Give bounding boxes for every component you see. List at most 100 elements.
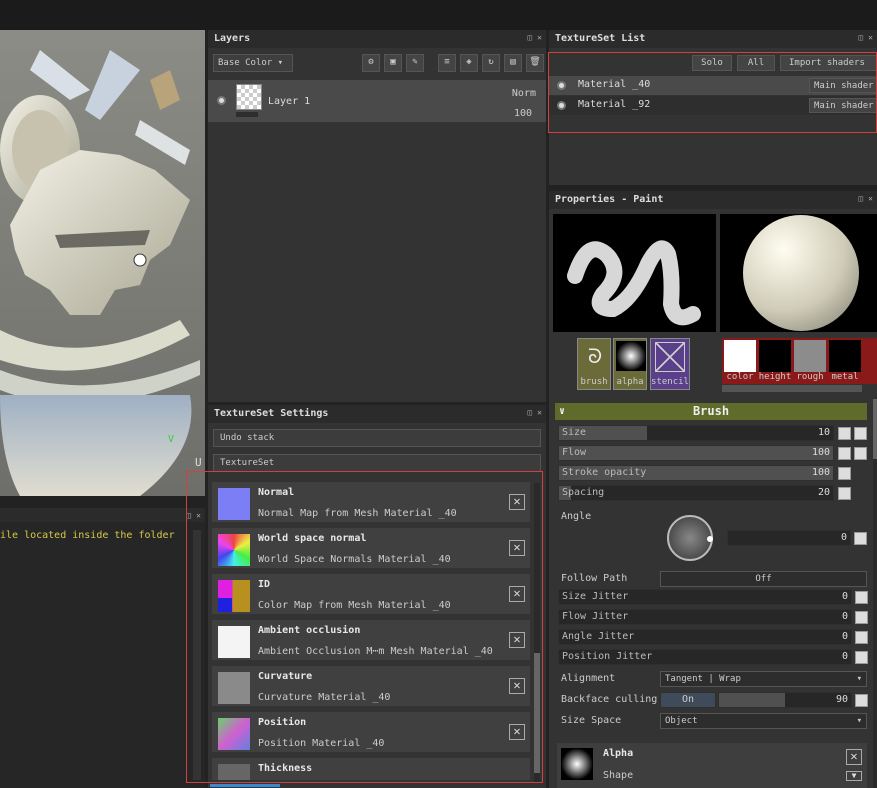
panel-float-icon[interactable]: ◫ ✕ (187, 511, 201, 520)
flow-jitter-pen-icon[interactable] (855, 611, 868, 624)
angle-dial[interactable] (667, 515, 713, 561)
flow-jitter-slider[interactable]: Flow Jitter 0 (558, 609, 852, 625)
remove-map-button[interactable]: ✕ (509, 632, 525, 648)
remove-alpha-button[interactable]: ✕ (846, 749, 862, 765)
map-item-normal[interactable]: Normal Normal Map from Mesh Material _40… (212, 482, 530, 522)
add-mask-icon[interactable]: ▣ (384, 54, 402, 72)
map-name: Thickness (258, 763, 313, 774)
size-pressure-icon[interactable] (854, 427, 867, 440)
alpha-section[interactable]: Alpha Shape ✕ ▼ (557, 743, 867, 788)
log-title-bar: ◫ ✕ (0, 508, 205, 522)
layer-blend[interactable]: Norm (512, 88, 536, 99)
angle-jitter-pen-icon[interactable] (855, 631, 868, 644)
alpha-subtitle: Shape (603, 770, 634, 781)
map-desc: Position Material _40 (258, 738, 385, 749)
backface-culling-toggle[interactable]: On (660, 692, 716, 708)
follow-path-toggle[interactable]: Off (660, 571, 867, 587)
material-row[interactable]: Material _40 Main shader (549, 76, 877, 95)
panel-float-icon[interactable]: ◫ ✕ (859, 33, 873, 42)
metal-swatch[interactable] (829, 340, 861, 372)
properties-title: Properties - Paint (549, 191, 877, 209)
position-jitter-slider[interactable]: Position Jitter 0 (558, 649, 852, 665)
backface-pen-icon[interactable] (855, 694, 868, 707)
add-layer-icon[interactable]: ≡ (438, 54, 456, 72)
color-swatch[interactable] (724, 340, 756, 372)
size-pen-icon[interactable] (838, 427, 851, 440)
all-button[interactable]: All (737, 55, 775, 71)
slot-label: stencil (651, 377, 689, 387)
alpha-title: Alpha (603, 748, 634, 759)
angle-pen-icon[interactable] (854, 532, 867, 545)
import-shaders-button[interactable]: Import shaders (780, 55, 877, 71)
roughness-swatch[interactable] (794, 340, 826, 372)
remove-map-button[interactable]: ✕ (509, 724, 525, 740)
visibility-toggle[interactable] (217, 96, 226, 105)
trash-icon[interactable]: 🗑 (526, 54, 544, 72)
brush-layer-icon[interactable]: ✎ (406, 54, 424, 72)
alignment-dropdown[interactable]: Tangent | Wrap ▾ (660, 671, 867, 687)
shader-dropdown[interactable]: Main shader (809, 98, 877, 113)
stroke-opacity-pen-icon[interactable] (838, 467, 851, 480)
layer-opacity[interactable]: 100 (514, 108, 532, 119)
layer-thumbnail (236, 84, 262, 110)
log-scrollbar[interactable] (193, 530, 201, 780)
map-desc: Curvature Material _40 (258, 692, 391, 703)
remove-map-button[interactable]: ✕ (509, 494, 525, 510)
channel-scrollbar[interactable] (722, 385, 862, 392)
shader-dropdown[interactable]: Main shader (809, 78, 877, 93)
properties-scrollbar[interactable] (873, 399, 877, 788)
panel-float-icon[interactable]: ◫ ✕ (528, 408, 542, 417)
collapse-chevron-icon[interactable]: ∨ (559, 403, 565, 420)
brush-section-header[interactable]: ∨ Brush (555, 403, 867, 420)
alpha-slot[interactable]: alpha (613, 338, 647, 390)
angle-value-field[interactable]: 0 (727, 530, 851, 546)
flow-pen-icon[interactable] (838, 447, 851, 460)
height-swatch[interactable] (759, 340, 791, 372)
material-visibility-toggle[interactable] (557, 81, 566, 90)
refresh-icon[interactable]: ↻ (482, 54, 500, 72)
remove-map-button[interactable]: ✕ (509, 678, 525, 694)
stroke-opacity-slider[interactable]: Stroke opacity 100 (558, 465, 834, 481)
stencil-slot[interactable]: stencil (650, 338, 690, 390)
uv-viewport[interactable]: V U (0, 30, 205, 496)
size-jitter-slider[interactable]: Size Jitter 0 (558, 589, 852, 605)
map-item-ambient-occlusion[interactable]: Ambient occlusion Ambient Occlusion M⋯m … (212, 620, 530, 660)
flow-pressure-icon[interactable] (854, 447, 867, 460)
map-name: World space normal (258, 533, 367, 544)
map-desc: Ambient Occlusion M⋯m Mesh Material _40 (258, 646, 493, 657)
spacing-pen-icon[interactable] (838, 487, 851, 500)
alpha-expand-icon[interactable]: ▼ (846, 771, 862, 781)
brush-slot[interactable]: ᘐ brush (577, 338, 611, 390)
flow-slider[interactable]: Flow 100 (558, 445, 834, 461)
size-jitter-pen-icon[interactable] (855, 591, 868, 604)
fill-layer-icon[interactable]: ◈ (460, 54, 478, 72)
backface-angle-slider[interactable]: 90 (718, 692, 852, 708)
position-jitter-pen-icon[interactable] (855, 651, 868, 664)
angle-jitter-slider[interactable]: Angle Jitter 0 (558, 629, 852, 645)
textureset-section[interactable]: TextureSet (213, 454, 541, 472)
map-item-id[interactable]: ID Color Map from Mesh Material _40 ✕ (212, 574, 530, 614)
undo-stack-section[interactable]: Undo stack (213, 429, 541, 447)
map-item-curvature[interactable]: Curvature Curvature Material _40 ✕ (212, 666, 530, 706)
map-item-world-space-normal[interactable]: World space normal World Space Normals M… (212, 528, 530, 568)
normal-map-thumbnail (218, 488, 250, 520)
size-space-dropdown[interactable]: Object ▾ (660, 713, 867, 729)
remove-map-button[interactable]: ✕ (509, 540, 525, 556)
material-visibility-toggle[interactable] (557, 101, 566, 110)
add-effect-icon[interactable]: ⚙ (362, 54, 380, 72)
maps-scrollbar[interactable] (534, 483, 540, 783)
panel-float-icon[interactable]: ◫ ✕ (528, 33, 542, 42)
panel-float-icon[interactable]: ◫ ✕ (859, 194, 873, 203)
solo-button[interactable]: Solo (692, 55, 732, 71)
size-slider[interactable]: Size 10 (558, 425, 834, 441)
remove-map-button[interactable]: ✕ (509, 586, 525, 602)
top-bar (0, 0, 877, 30)
folder-icon[interactable]: ▤ (504, 54, 522, 72)
layer-row[interactable]: Layer 1 Norm 100 (208, 80, 546, 122)
spacing-slider[interactable]: Spacing 20 (558, 485, 834, 501)
angle-label: Angle (561, 511, 592, 522)
map-item-position[interactable]: Position Position Material _40 ✕ (212, 712, 530, 752)
material-row[interactable]: Material _92 Main shader (549, 96, 877, 115)
map-item-thickness[interactable]: Thickness (212, 758, 530, 780)
channel-dropdown[interactable]: Base Color ▾ (213, 54, 293, 72)
